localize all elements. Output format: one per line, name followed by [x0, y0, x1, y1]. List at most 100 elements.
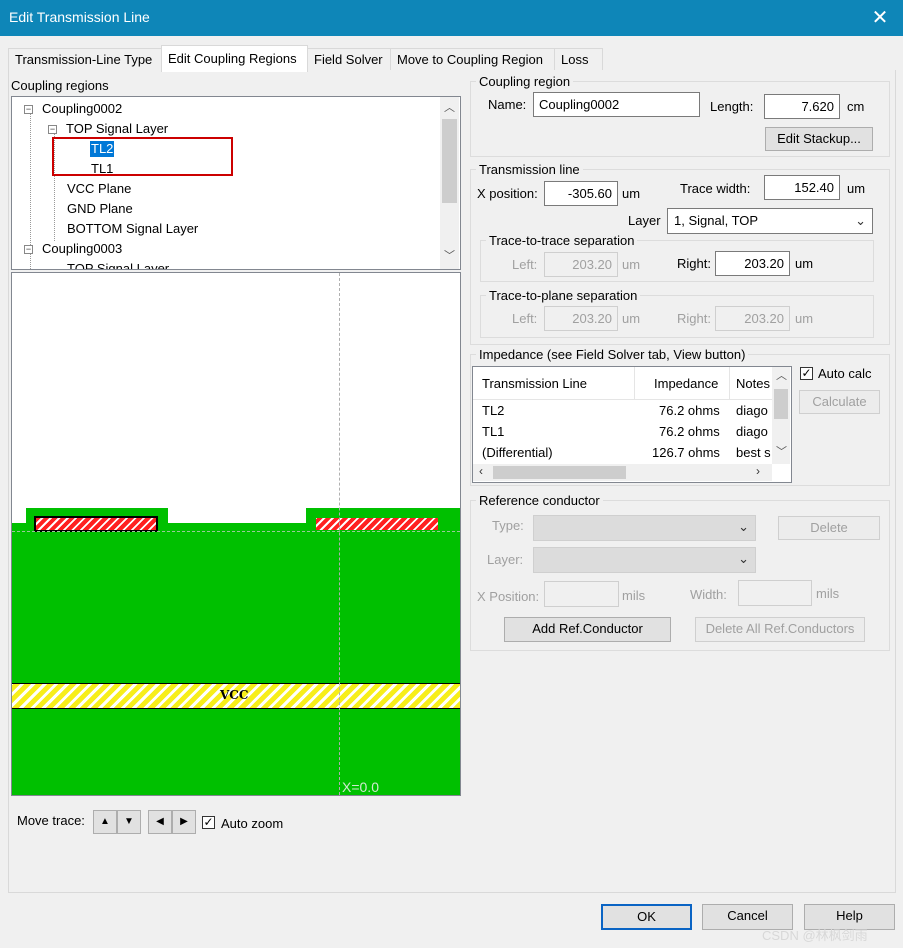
scroll-down-icon[interactable]: ﹀: [444, 247, 455, 263]
length-unit: cm: [847, 99, 865, 114]
x-position-unit: um: [622, 186, 641, 201]
scroll-left-icon[interactable]: ‹: [479, 464, 483, 478]
plane-sep-right-input: 203.20: [715, 306, 790, 331]
chevron-down-icon: ⌄: [855, 213, 866, 228]
chevron-down-icon: ⌄: [738, 519, 749, 534]
trace-width-unit: um: [847, 181, 866, 196]
name-input[interactable]: Coupling0002: [533, 92, 700, 117]
arrow-up-icon: ▲: [100, 816, 110, 827]
trace-sep-right-unit: um: [795, 256, 814, 271]
ref-layer-select: ⌄: [533, 547, 756, 573]
column-divider: [729, 367, 730, 399]
name-label: Name:: [488, 97, 527, 112]
auto-zoom-checkbox[interactable]: ✓: [202, 816, 215, 829]
layer-label: Layer: [628, 213, 661, 228]
close-icon[interactable]: ✕: [869, 5, 891, 30]
trace-to-plane-group-label: Trace-to-plane separation: [486, 288, 641, 303]
coupling-region-group-label: Coupling region: [476, 74, 574, 89]
delete-button[interactable]: Delete: [778, 516, 880, 540]
impedance-group-label: Impedance (see Field Solver tab, View bu…: [476, 347, 749, 362]
plane-sep-right-label: Right:: [677, 311, 711, 326]
plane-sep-left-input: 203.20: [544, 306, 618, 331]
scroll-up-icon[interactable]: ︿: [776, 367, 787, 383]
trace-sep-left-label: Left:: [512, 257, 538, 272]
ref-width-unit: mils: [816, 586, 840, 601]
window-title: Edit Transmission Line: [9, 9, 150, 25]
scroll-down-icon[interactable]: ﹀: [776, 443, 787, 459]
tab-move-to-coupling-region[interactable]: Move to Coupling Region: [390, 48, 560, 71]
cross-section-canvas[interactable]: VCC X=0.0: [11, 272, 461, 796]
collapse-icon[interactable]: −: [24, 105, 33, 114]
surface-reference-line: [12, 531, 460, 532]
auto-calc-label: Auto calc: [818, 366, 872, 381]
column-header-notes[interactable]: Notes: [736, 376, 770, 391]
x-position-input[interactable]: -305.60: [544, 181, 618, 206]
column-divider: [634, 367, 635, 399]
table-row[interactable]: TL1 76.2 ohms diago: [473, 422, 772, 443]
edit-stackup-button[interactable]: Edit Stackup...: [765, 127, 873, 151]
impedance-hscroll[interactable]: ‹ ›: [473, 464, 772, 481]
transmission-line-group-label: Transmission line: [476, 162, 583, 177]
move-right-button[interactable]: ▶: [172, 810, 196, 834]
collapse-icon[interactable]: −: [48, 125, 57, 134]
move-down-button[interactable]: ▼: [117, 810, 141, 834]
delete-all-ref-conductors-button[interactable]: Delete All Ref.Conductors: [695, 617, 865, 642]
length-input[interactable]: 7.620: [764, 94, 840, 119]
tree-scrollbar[interactable]: ︿ ﹀: [440, 97, 459, 269]
arrow-left-icon: ◀: [156, 816, 164, 827]
column-header-line[interactable]: Transmission Line: [482, 376, 587, 391]
table-row[interactable]: TL2 76.2 ohms diago: [473, 401, 772, 422]
tab-field-solver[interactable]: Field Solver: [307, 48, 396, 71]
impedance-table[interactable]: Transmission Line Impedance Notes TL2 76…: [472, 366, 792, 483]
trace-tl1[interactable]: [316, 518, 438, 530]
plane-sep-left-label: Left:: [512, 311, 538, 326]
plane-sep-left-unit: um: [622, 311, 641, 326]
plane-sep-right-unit: um: [795, 311, 814, 326]
trace-sep-right-label: Right:: [677, 256, 711, 271]
trace-tl2[interactable]: [34, 516, 158, 532]
coupling-regions-heading: Coupling regions: [11, 78, 109, 93]
move-up-button[interactable]: ▲: [93, 810, 117, 834]
impedance-vscroll[interactable]: ︿ ﹀: [772, 367, 790, 464]
scrollbar-thumb[interactable]: [493, 466, 626, 479]
scroll-up-icon[interactable]: ︿: [444, 99, 455, 115]
trace-sep-left-unit: um: [622, 257, 641, 272]
ref-type-select: ⌄: [533, 515, 756, 541]
ref-width-label: Width:: [690, 587, 727, 602]
arrow-down-icon: ▼: [124, 816, 134, 827]
trace-sep-right-input[interactable]: 203.20: [715, 251, 790, 276]
move-trace-label: Move trace:: [17, 813, 85, 828]
x-position-label: X position:: [477, 186, 538, 201]
scrollbar-thumb[interactable]: [774, 389, 788, 419]
tab-transmission-line-type[interactable]: Transmission-Line Type: [8, 48, 167, 71]
scroll-right-icon[interactable]: ›: [756, 464, 760, 478]
length-label: Length:: [710, 99, 754, 114]
tab-edit-coupling-regions[interactable]: Edit Coupling Regions: [161, 45, 308, 72]
chevron-down-icon: ⌄: [738, 551, 749, 566]
dielectric-region: [12, 523, 460, 795]
origin-axis-line: [339, 273, 340, 795]
vcc-plane-label: VCC: [220, 688, 249, 702]
collapse-icon[interactable]: −: [24, 245, 33, 254]
x-coordinate-readout: X=0.0: [342, 779, 379, 795]
calculate-button[interactable]: Calculate: [799, 390, 880, 414]
coupling-regions-tree[interactable]: − Coupling0002 − TOP Signal Layer TL2 TL…: [11, 96, 461, 270]
ref-x-position-unit: mils: [622, 588, 646, 603]
ok-button[interactable]: OK: [601, 904, 692, 930]
trace-sep-left-input: 203.20: [544, 252, 618, 277]
selection-highlight-box: [52, 137, 233, 176]
scrollbar-thumb[interactable]: [442, 119, 457, 203]
trace-width-input[interactable]: 152.40: [764, 175, 840, 200]
column-header-impedance[interactable]: Impedance: [654, 376, 718, 391]
trace-to-trace-group-label: Trace-to-trace separation: [486, 233, 638, 248]
table-row[interactable]: (Differential) 126.7 ohms best s: [473, 443, 772, 464]
move-left-button[interactable]: ◀: [148, 810, 172, 834]
add-ref-conductor-button[interactable]: Add Ref.Conductor: [504, 617, 671, 642]
reference-conductor-group-label: Reference conductor: [476, 493, 603, 508]
ref-x-position-label: X Position:: [477, 589, 540, 604]
auto-zoom-label: Auto zoom: [221, 816, 284, 831]
auto-calc-checkbox[interactable]: ✓: [800, 367, 813, 380]
tab-loss[interactable]: Loss: [554, 48, 603, 71]
layer-select[interactable]: 1, Signal, TOP ⌄: [667, 208, 873, 234]
watermark-text: CSDN @林枫剑雨: [762, 928, 868, 943]
